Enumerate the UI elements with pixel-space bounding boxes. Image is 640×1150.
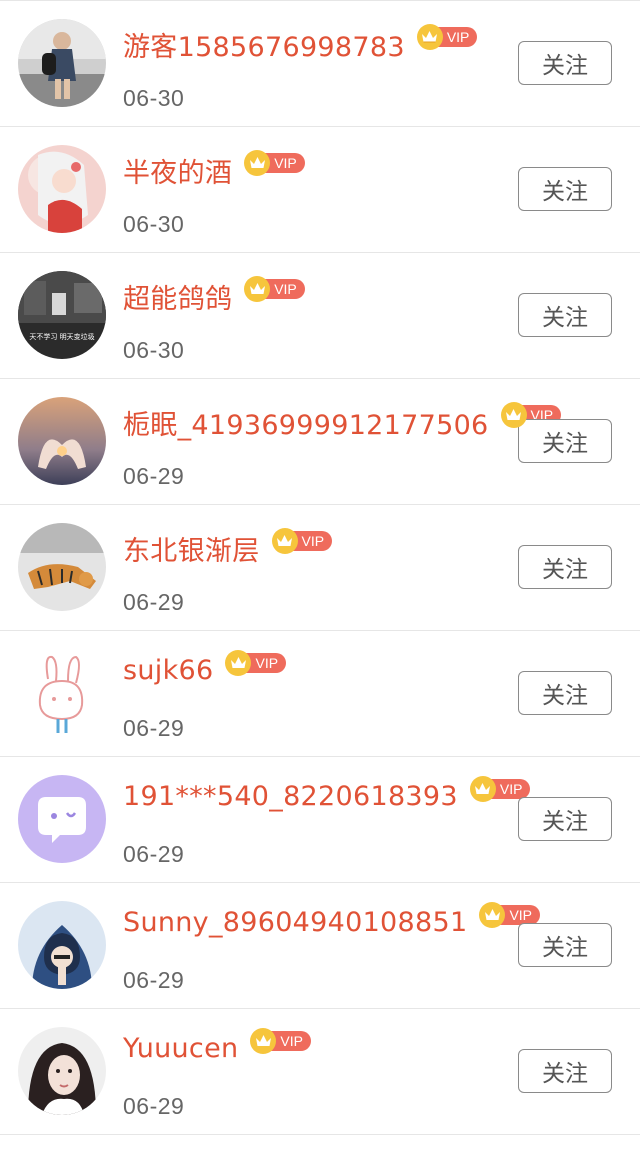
list-item[interactable]: 游客1585676998783 VIP 06-30 关注 <box>0 1 640 127</box>
follower-list: 游客1585676998783 VIP 06-30 关注 半夜的酒 VIP 06… <box>0 0 640 1150</box>
list-item[interactable]: Sunny_89604940108851 VIP 06-29 关注 <box>0 883 640 1009</box>
crown-icon <box>250 1027 277 1054</box>
follow-button[interactable]: 关注 <box>518 671 612 715</box>
avatar[interactable] <box>18 397 106 485</box>
vip-badge: VIP <box>416 23 478 50</box>
follow-button[interactable]: 关注 <box>518 41 612 85</box>
list-item[interactable]: Yuuucen VIP 06-29 关注 <box>0 1009 640 1135</box>
vip-label: VIP <box>270 1030 311 1051</box>
crown-icon <box>469 775 496 802</box>
user-name[interactable]: 191***540_8220618393 <box>123 781 458 812</box>
crown-icon <box>271 527 298 554</box>
follow-button[interactable]: 关注 <box>518 923 612 967</box>
follow-button[interactable]: 关注 <box>518 797 612 841</box>
vip-label: VIP <box>264 278 305 299</box>
vip-badge: VIP <box>244 275 305 302</box>
avatar[interactable] <box>18 1027 106 1115</box>
user-name[interactable]: 游客1585676998783 <box>123 25 405 64</box>
crown-icon <box>244 275 271 302</box>
avatar[interactable] <box>18 901 106 989</box>
crown-icon <box>500 401 527 428</box>
avatar[interactable]: 天不学习 明天变垃圾 <box>18 271 106 359</box>
vip-label: VIP <box>499 904 541 925</box>
avatar[interactable] <box>18 523 106 611</box>
vip-badge: VIP <box>250 1027 311 1054</box>
user-name[interactable]: sujk66 <box>123 655 213 686</box>
user-name[interactable]: Yuuucen <box>123 1033 238 1064</box>
follow-date: 06-30 <box>123 85 185 111</box>
follow-button[interactable]: 关注 <box>518 293 612 337</box>
follow-button[interactable]: 关注 <box>518 167 612 211</box>
follow-date: 06-29 <box>123 1093 185 1119</box>
vip-label: VIP <box>489 778 531 799</box>
follow-date: 06-30 <box>123 337 185 363</box>
user-name[interactable]: 东北银渐层 <box>123 529 260 568</box>
crown-icon <box>416 23 443 50</box>
avatar-caption: 天不学习 明天变垃圾 <box>29 332 94 341</box>
list-item[interactable]: 191***540_8220618393 VIP 06-29 关注 <box>0 757 640 883</box>
user-name[interactable]: 栀眠_41936999912177506 <box>123 403 489 442</box>
crown-icon <box>479 901 506 928</box>
avatar[interactable] <box>18 775 106 863</box>
vip-label: VIP <box>291 530 333 551</box>
vip-label: VIP <box>436 26 478 47</box>
follow-date: 06-29 <box>123 589 185 615</box>
list-item[interactable]: 东北银渐层 VIP 06-29 关注 <box>0 505 640 631</box>
avatar[interactable] <box>18 649 106 737</box>
avatar[interactable] <box>18 145 106 233</box>
follow-date: 06-29 <box>123 841 185 867</box>
vip-badge: VIP <box>244 149 305 176</box>
follow-date: 06-29 <box>123 463 185 489</box>
list-item[interactable]: 半夜的酒 VIP 06-30 关注 <box>0 127 640 253</box>
list-item[interactable]: 栀眠_41936999912177506 VIP 06-29 关注 <box>0 379 640 505</box>
user-name[interactable]: Sunny_89604940108851 <box>123 907 467 938</box>
follow-date: 06-29 <box>123 715 185 741</box>
vip-label: VIP <box>264 152 305 173</box>
avatar[interactable] <box>18 19 106 107</box>
follow-button[interactable]: 关注 <box>518 419 612 463</box>
user-name[interactable]: 超能鸽鸽 <box>123 277 232 316</box>
crown-icon <box>244 149 271 176</box>
vip-badge: VIP <box>225 649 287 676</box>
follow-button[interactable]: 关注 <box>518 1049 612 1093</box>
follow-date: 06-30 <box>123 211 185 237</box>
user-name[interactable]: 半夜的酒 <box>123 151 232 190</box>
follow-date: 06-29 <box>123 967 185 993</box>
vip-label: VIP <box>245 652 287 673</box>
list-item[interactable]: sujk66 VIP 06-29 关注 <box>0 631 640 757</box>
crown-icon <box>225 649 252 676</box>
vip-badge: VIP <box>271 527 333 554</box>
follow-button[interactable]: 关注 <box>518 545 612 589</box>
list-item[interactable]: 天不学习 明天变垃圾 超能鸽鸽 VIP 06-30 关注 <box>0 253 640 379</box>
